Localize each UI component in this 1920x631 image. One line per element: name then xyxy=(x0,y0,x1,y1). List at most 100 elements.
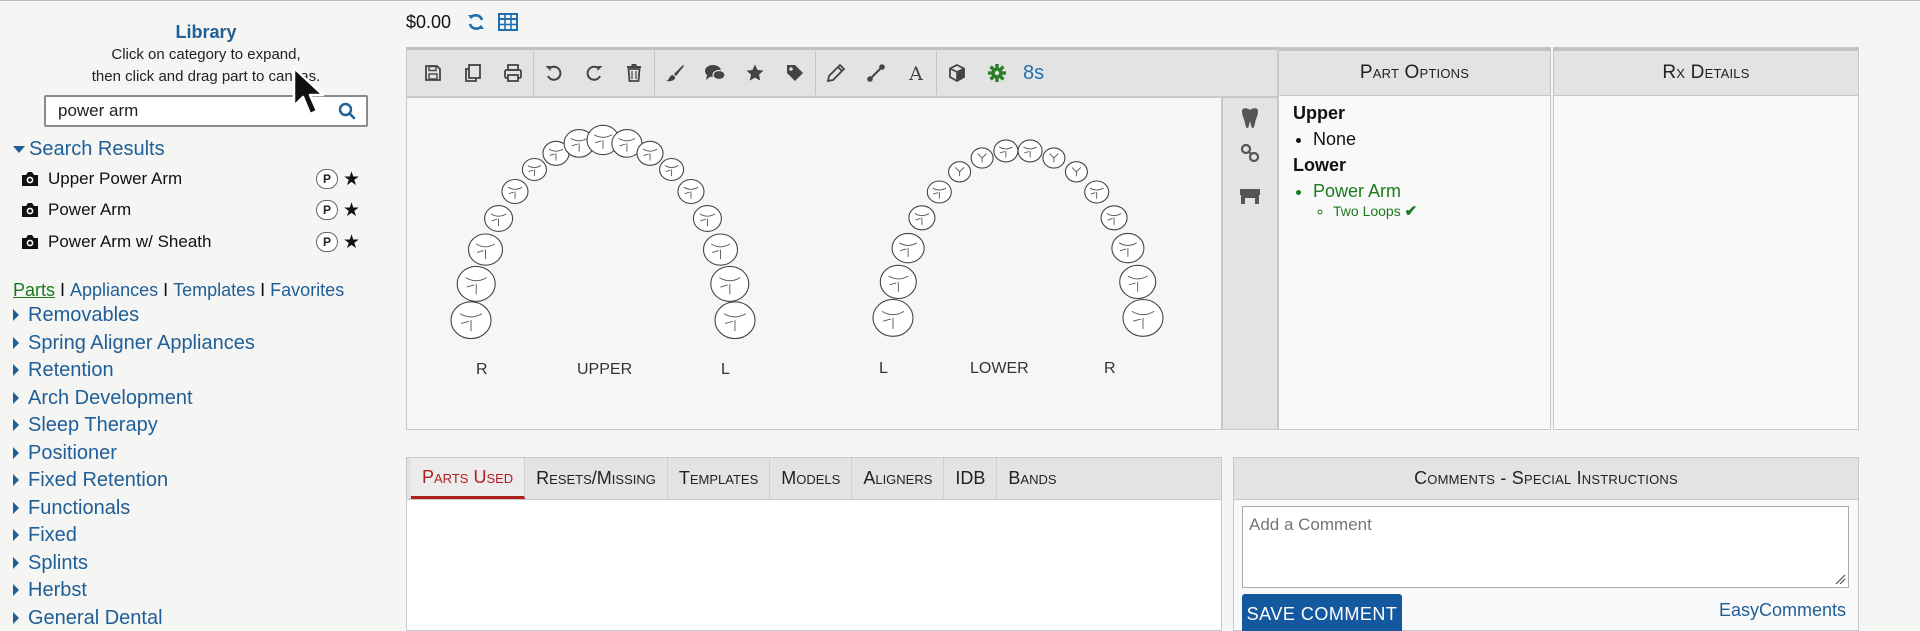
tab-parts[interactable]: Parts xyxy=(13,280,55,300)
camera-icon[interactable] xyxy=(20,232,40,252)
pencil-icon xyxy=(826,63,846,83)
tab-appliances[interactable]: Appliances xyxy=(70,280,158,300)
search-results-header[interactable]: Search Results xyxy=(13,138,165,161)
tooth-outline xyxy=(872,298,914,337)
tab-bands[interactable]: Bands xyxy=(997,458,1067,499)
save-button[interactable] xyxy=(413,52,453,94)
library-instructions-line1: Click on category to expand, xyxy=(111,46,301,63)
tooth-outline xyxy=(1084,180,1110,204)
tooth-outline xyxy=(677,178,705,205)
category-retention[interactable]: Retention xyxy=(13,357,114,383)
refresh-icon[interactable] xyxy=(466,12,486,32)
p-badge[interactable]: P xyxy=(315,200,338,220)
category-spring-aligner[interactable]: Spring Aligner Appliances xyxy=(13,330,255,356)
comment-input[interactable] xyxy=(1243,507,1848,587)
tab-separator: I xyxy=(163,280,169,300)
lower-option-sub-item[interactable]: Two Loops ✔ xyxy=(1333,202,1550,220)
redo-button[interactable] xyxy=(574,52,614,94)
category-positioner[interactable]: Positioner xyxy=(13,440,117,466)
caret-right-icon xyxy=(13,309,19,321)
easy-comments-link[interactable]: EasyComments xyxy=(1719,600,1846,621)
category-general-dental[interactable]: General Dental xyxy=(13,605,163,631)
lower-option-label: Power Arm xyxy=(1313,181,1402,201)
checkmark-icon: ✔ xyxy=(1404,203,1418,220)
tooth-tool-button[interactable] xyxy=(1235,104,1265,134)
tooth-outline xyxy=(1122,298,1164,337)
tag-tool-button[interactable] xyxy=(775,52,815,94)
tooth-outline xyxy=(1111,232,1145,264)
tab-resets-missing[interactable]: Resets/Missing xyxy=(525,458,668,499)
settings-button[interactable] xyxy=(977,52,1017,94)
tab-separator: I xyxy=(260,280,266,300)
caret-right-icon xyxy=(13,529,19,541)
link-tool-button[interactable] xyxy=(1235,138,1265,168)
lower-option-item[interactable]: Power Arm Two Loops ✔ xyxy=(1313,181,1550,220)
caret-right-icon xyxy=(13,502,19,514)
resize-handle-icon[interactable] xyxy=(1834,573,1846,585)
text-tool-button[interactable]: A xyxy=(896,52,936,94)
star-icon xyxy=(746,64,764,81)
brush-button[interactable] xyxy=(655,52,695,94)
brush-icon xyxy=(666,65,684,82)
category-fixed[interactable]: Fixed xyxy=(13,522,77,548)
copy-button[interactable] xyxy=(453,52,493,94)
comments-panel: Comments - Special Instructions SAVE COM… xyxy=(1233,457,1859,631)
comment-tool-button[interactable] xyxy=(695,52,735,94)
category-label: Fixed xyxy=(28,523,77,546)
category-herbst[interactable]: Herbst xyxy=(13,577,87,603)
tooth-outline xyxy=(879,264,917,300)
favorite-star-icon[interactable]: ★ xyxy=(343,201,360,220)
line-tool-button[interactable] xyxy=(856,52,896,94)
tooth-outline xyxy=(714,301,756,340)
caret-down-icon xyxy=(13,146,25,153)
tab-favorites[interactable]: Favorites xyxy=(270,280,344,300)
pencil-tool-button[interactable] xyxy=(816,52,856,94)
print-button[interactable] xyxy=(493,52,533,94)
search-result-label: Power Arm w/ Sheath xyxy=(48,232,212,251)
library-tabs: Parts I Appliances I Templates I Favorites xyxy=(13,280,344,301)
grid-table-icon[interactable] xyxy=(498,13,518,31)
tab-aligners[interactable]: Aligners xyxy=(852,458,945,499)
tooth-outline xyxy=(1042,147,1066,169)
tab-templates[interactable]: Templates xyxy=(668,458,771,499)
search-input[interactable] xyxy=(46,97,326,125)
tab-idb[interactable]: IDB xyxy=(944,458,998,499)
camera-icon[interactable] xyxy=(20,200,40,220)
favorite-star-icon[interactable]: ★ xyxy=(343,170,360,189)
design-canvas[interactable]: R UPPER L L LOWER R xyxy=(406,97,1222,430)
tab-parts-used[interactable]: Parts Used xyxy=(411,458,526,499)
tab-templates[interactable]: Templates xyxy=(173,280,255,300)
category-arch-development[interactable]: Arch Development xyxy=(13,385,193,411)
p-badge[interactable]: P xyxy=(315,169,338,189)
tab-models[interactable]: Models xyxy=(770,458,853,499)
undo-button[interactable] xyxy=(534,52,574,94)
lower-option-sub-label: Two Loops xyxy=(1333,203,1401,219)
caret-right-icon xyxy=(13,612,19,624)
search-result-item[interactable]: Power Arm w/ Sheath P ★ xyxy=(20,229,360,255)
search-result-item[interactable]: Upper Power Arm P ★ xyxy=(20,166,360,192)
upper-arch-diagram xyxy=(450,124,1164,340)
part-options-title: Part Options xyxy=(1279,48,1550,96)
bridge-icon xyxy=(1240,189,1260,204)
search-button[interactable] xyxy=(328,97,366,125)
model-3d-button[interactable] xyxy=(937,52,977,94)
save-comment-button[interactable]: SAVE COMMENT xyxy=(1242,594,1402,631)
tooth-outline xyxy=(450,301,492,340)
bottom-tabs-panel: Parts Used Resets/Missing Templates Mode… xyxy=(406,457,1222,631)
tooth-outline xyxy=(692,205,722,232)
category-splints[interactable]: Splints xyxy=(13,550,88,576)
category-removables[interactable]: Removables xyxy=(13,302,139,328)
delete-button[interactable] xyxy=(614,52,654,94)
tooth-outline xyxy=(702,233,739,266)
category-sleep-therapy[interactable]: Sleep Therapy xyxy=(13,412,158,438)
category-fixed-retention[interactable]: Fixed Retention xyxy=(13,467,168,493)
line-icon xyxy=(867,64,885,82)
tooth-outline xyxy=(521,157,547,182)
p-badge[interactable]: P xyxy=(315,232,338,252)
star-tool-button[interactable] xyxy=(735,52,775,94)
bridge-tool-button[interactable] xyxy=(1235,182,1265,212)
category-functionals[interactable]: Functionals xyxy=(13,495,130,521)
search-result-item[interactable]: Power Arm P ★ xyxy=(20,197,360,223)
camera-icon[interactable] xyxy=(20,169,40,189)
favorite-star-icon[interactable]: ★ xyxy=(343,233,360,252)
